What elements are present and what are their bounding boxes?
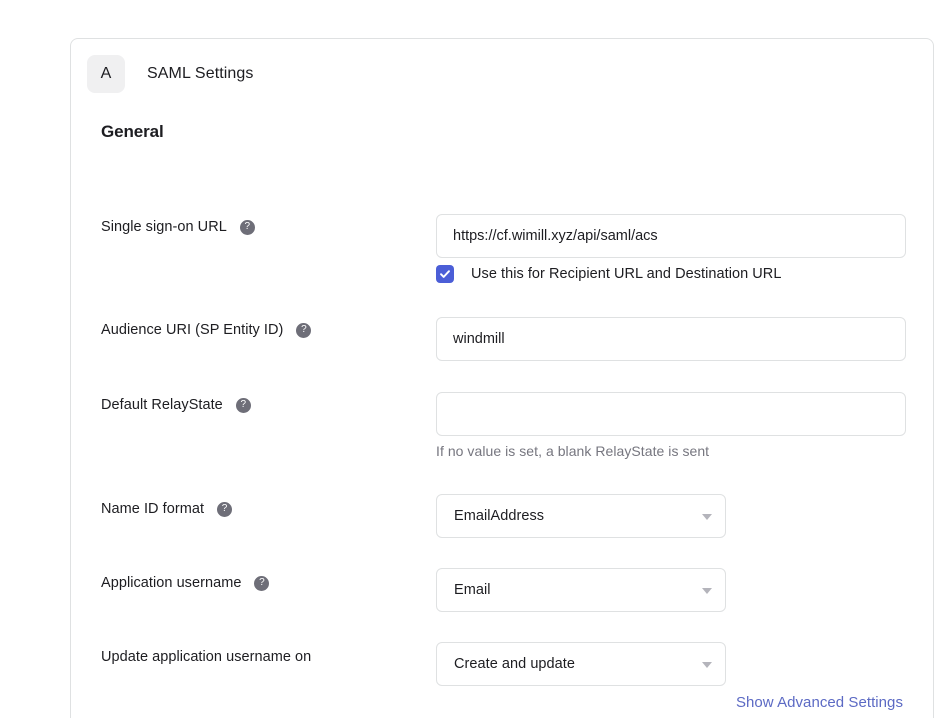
app-badge-letter: A bbox=[101, 65, 112, 83]
update-application-username-on-select[interactable]: Create and update bbox=[436, 642, 726, 686]
field-label-text: Name ID format bbox=[101, 501, 204, 517]
label-default-relay-state: Default RelayState ? bbox=[101, 397, 251, 413]
saml-settings-card: A SAML Settings General Single sign-on U… bbox=[70, 38, 934, 718]
card-title: SAML Settings bbox=[147, 65, 254, 83]
help-icon[interactable]: ? bbox=[296, 323, 311, 338]
checkbox-label: Use this for Recipient URL and Destinati… bbox=[471, 266, 781, 282]
field-label-text: Default RelayState bbox=[101, 397, 223, 413]
help-icon[interactable]: ? bbox=[236, 398, 251, 413]
audience-uri-input[interactable] bbox=[436, 317, 906, 361]
recipient-destination-checkbox-row[interactable]: Use this for Recipient URL and Destinati… bbox=[436, 265, 781, 283]
default-relay-state-input[interactable] bbox=[436, 392, 906, 436]
application-username-select[interactable]: Email bbox=[436, 568, 726, 612]
control-single-sign-on-url bbox=[436, 214, 906, 258]
label-single-sign-on-url: Single sign-on URL ? bbox=[101, 219, 255, 235]
single-sign-on-url-input[interactable] bbox=[436, 214, 906, 258]
chevron-down-icon[interactable] bbox=[702, 662, 712, 668]
card-header: A SAML Settings bbox=[87, 55, 254, 93]
control-update-application-username-on: Create and update bbox=[436, 642, 726, 686]
app-badge-icon: A bbox=[87, 55, 125, 93]
chevron-down-icon[interactable] bbox=[702, 588, 712, 594]
control-application-username: Email bbox=[436, 568, 726, 612]
select-value: Email bbox=[437, 582, 491, 598]
saml-settings-page: A SAML Settings General Single sign-on U… bbox=[0, 0, 946, 718]
help-icon[interactable]: ? bbox=[240, 220, 255, 235]
control-default-relay-state bbox=[436, 392, 906, 436]
select-value: EmailAddress bbox=[437, 508, 544, 524]
name-id-format-select[interactable]: EmailAddress bbox=[436, 494, 726, 538]
control-name-id-format: EmailAddress bbox=[436, 494, 726, 538]
section-title-general: General bbox=[101, 122, 164, 142]
checkbox-checked-icon[interactable] bbox=[436, 265, 454, 283]
field-label-text: Single sign-on URL bbox=[101, 219, 227, 235]
show-advanced-settings-link[interactable]: Show Advanced Settings bbox=[736, 694, 903, 711]
label-audience-uri: Audience URI (SP Entity ID) ? bbox=[101, 322, 311, 338]
select-value: Create and update bbox=[437, 656, 575, 672]
chevron-down-icon[interactable] bbox=[702, 514, 712, 520]
help-icon[interactable]: ? bbox=[254, 576, 269, 591]
help-icon[interactable]: ? bbox=[217, 502, 232, 517]
field-label-text: Audience URI (SP Entity ID) bbox=[101, 322, 283, 338]
control-audience-uri bbox=[436, 317, 906, 361]
label-name-id-format: Name ID format ? bbox=[101, 501, 232, 517]
field-label-text: Application username bbox=[101, 575, 241, 591]
default-relay-state-helper-text: If no value is set, a blank RelayState i… bbox=[436, 443, 709, 459]
label-update-application-username-on: Update application username on bbox=[101, 649, 311, 665]
field-label-text: Update application username on bbox=[101, 649, 311, 665]
label-application-username: Application username ? bbox=[101, 575, 269, 591]
